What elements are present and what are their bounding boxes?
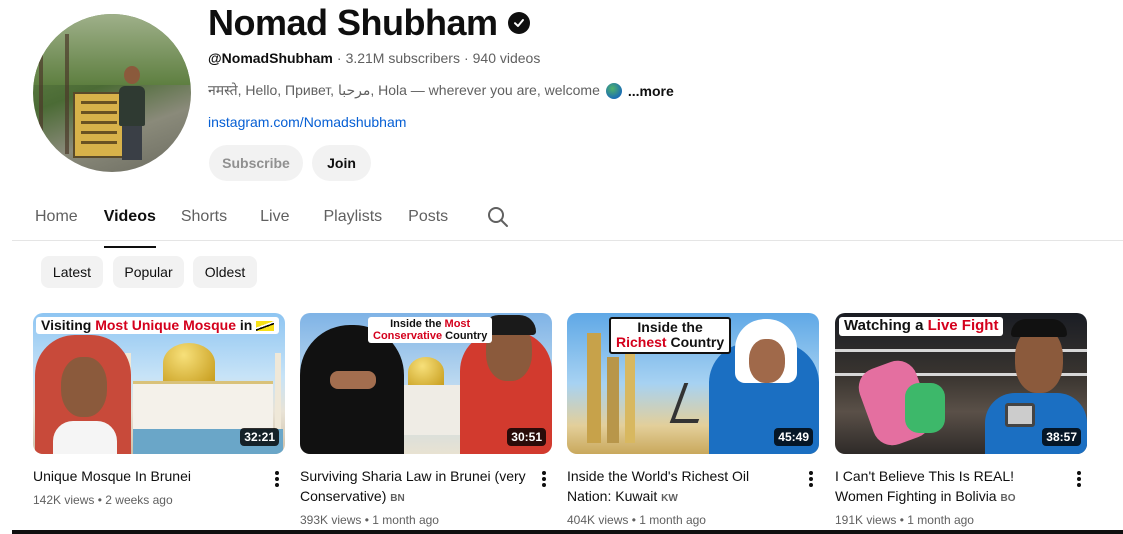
video-duration: 38:57 (1042, 428, 1081, 446)
bottom-border (12, 530, 1123, 534)
thumbnail-caption: Inside the Most Conservative Country (368, 317, 493, 344)
tab-videos[interactable]: Videos (103, 208, 157, 248)
chip-popular[interactable]: Popular (113, 256, 184, 288)
video-card[interactable]: Visiting Most Unique Mosque in 32:21 Uni… (33, 313, 285, 507)
more-actions-icon[interactable] (536, 469, 552, 489)
join-button[interactable]: Join (312, 145, 371, 181)
more-link[interactable]: ...more (628, 83, 674, 99)
video-title[interactable]: Unique Mosque In Brunei (33, 466, 261, 486)
more-actions-icon[interactable] (803, 469, 819, 489)
subscriber-count: 3.21M subscribers (345, 50, 460, 66)
flag-icon (256, 321, 275, 332)
meta-separator: · (463, 50, 469, 66)
more-actions-icon[interactable] (1071, 469, 1087, 489)
video-thumbnail[interactable]: Inside the Most Conservative Country 30:… (300, 313, 552, 454)
tab-home[interactable]: Home (35, 208, 78, 248)
channel-title: Nomad Shubham (208, 2, 530, 44)
country-code: BO (1000, 493, 1016, 504)
channel-description[interactable]: नमस्ते, Hello, Привет, مرحبا, Hola — whe… (208, 81, 674, 100)
video-stats: 404K views • 1 month ago (567, 513, 706, 527)
country-code: BN (390, 493, 405, 504)
meta-separator: · (336, 50, 342, 66)
video-title[interactable]: Surviving Sharia Law in Brunei (very Con… (300, 466, 528, 509)
channel-avatar (33, 14, 191, 172)
video-count: 940 videos (472, 50, 541, 66)
channel-link[interactable]: instagram.com/Nomadshubham (208, 114, 406, 130)
video-title[interactable]: Inside the World's Richest Oil Nation: K… (567, 466, 795, 509)
search-icon[interactable] (486, 205, 510, 229)
country-code: KW (661, 493, 678, 504)
tab-live[interactable]: Live (260, 208, 289, 248)
video-thumbnail[interactable]: Inside the Richest Country 45:49 (567, 313, 819, 454)
video-card[interactable]: Watching a Live Fight 38:57 I Can't Beli… (835, 313, 1087, 527)
channel-tabs: Home Videos Shorts Live Playlists Posts (35, 200, 448, 248)
more-actions-icon[interactable] (269, 469, 285, 489)
channel-name: Nomad Shubham (208, 2, 498, 43)
video-duration: 45:49 (774, 428, 813, 446)
thumbnail-caption: Watching a Live Fight (839, 317, 1004, 336)
video-stats: 393K views • 1 month ago (300, 513, 439, 527)
globe-icon (605, 82, 622, 99)
video-duration: 32:21 (240, 428, 279, 446)
video-card[interactable]: Inside the Most Conservative Country 30:… (300, 313, 552, 527)
video-thumbnail[interactable]: Watching a Live Fight 38:57 (835, 313, 1087, 454)
thumbnail-caption: Inside the Richest Country (609, 317, 732, 354)
chip-oldest[interactable]: Oldest (193, 256, 257, 288)
tab-posts[interactable]: Posts (408, 208, 448, 248)
channel-handle: @NomadShubham (208, 50, 333, 66)
tab-shorts[interactable]: Shorts (181, 208, 227, 248)
video-title[interactable]: I Can't Believe This Is REAL! Women Figh… (835, 466, 1063, 509)
video-duration: 30:51 (507, 428, 546, 446)
channel-meta: @NomadShubham · 3.21M subscribers · 940 … (208, 50, 540, 66)
tab-playlists[interactable]: Playlists (323, 208, 382, 248)
video-thumbnail[interactable]: Visiting Most Unique Mosque in 32:21 (33, 313, 285, 454)
video-card[interactable]: Inside the Richest Country 45:49 Inside … (567, 313, 819, 527)
verified-badge-icon (507, 12, 530, 34)
video-stats: 191K views • 1 month ago (835, 513, 974, 527)
tabs-divider (12, 240, 1123, 241)
thumbnail-caption: Visiting Most Unique Mosque in (36, 317, 280, 335)
subscribe-button[interactable]: Subscribe (209, 145, 303, 181)
video-stats: 142K views • 2 weeks ago (33, 493, 173, 507)
description-text: नमस्ते, Hello, Привет, مرحبا, Hola — whe… (208, 82, 600, 98)
chip-latest[interactable]: Latest (41, 256, 103, 288)
